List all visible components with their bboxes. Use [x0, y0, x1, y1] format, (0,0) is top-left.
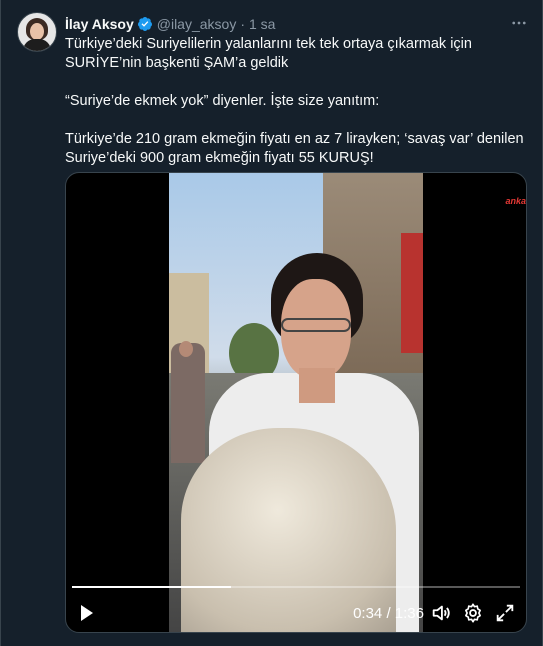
settings-icon[interactable] — [462, 602, 484, 624]
video-frame[interactable] — [169, 173, 423, 632]
verified-badge-icon — [137, 16, 153, 32]
separator-dot: · — [240, 16, 245, 32]
woman-neck — [299, 368, 335, 403]
video-progress-fill — [72, 586, 231, 588]
tweet-time[interactable]: 1 sa — [249, 16, 275, 32]
time-separator: / — [382, 605, 395, 622]
video-timecode: 0:34 / 1:36 — [353, 605, 424, 622]
author-name[interactable]: İlay Aksoy — [65, 16, 134, 32]
author-handle[interactable]: @ilay_aksoy — [157, 16, 237, 32]
video-controls: 0:34 / 1:36 — [66, 598, 526, 630]
current-time: 0:34 — [353, 605, 383, 622]
glasses — [281, 318, 351, 332]
fullscreen-icon[interactable] — [494, 602, 516, 624]
avatar[interactable] — [17, 12, 57, 52]
passerby-head — [179, 341, 193, 357]
avatar-body — [23, 39, 51, 51]
video-watermark: anka — [505, 196, 526, 206]
tweet-header: İlay Aksoy @ilay_aksoy · 1 sa — [65, 14, 275, 34]
avatar-face — [30, 23, 44, 40]
tweet: İlay Aksoy @ilay_aksoy · 1 sa Türkiye’de… — [0, 0, 543, 646]
video-progress-bar[interactable] — [72, 586, 520, 588]
volume-icon[interactable] — [430, 602, 452, 624]
duration: 1:36 — [394, 605, 424, 622]
video-player[interactable]: 0:34 / 1:36 — [65, 172, 527, 633]
tweet-line-2: “Suriye’de ekmek yok” diyenler. İşte siz… — [65, 93, 380, 109]
passerby — [171, 343, 205, 463]
more-icon[interactable] — [510, 14, 528, 37]
shop-sign — [401, 233, 423, 353]
tweet-text: Türkiye’deki Suriyelilerin yalanlarını t… — [65, 35, 527, 168]
tweet-line-3: Türkiye’de 210 gram ekmeğin fiyatı en az… — [65, 131, 524, 166]
play-icon[interactable] — [80, 604, 94, 622]
tweet-line-1: Türkiye’deki Suriyelilerin yalanlarını t… — [65, 36, 472, 71]
